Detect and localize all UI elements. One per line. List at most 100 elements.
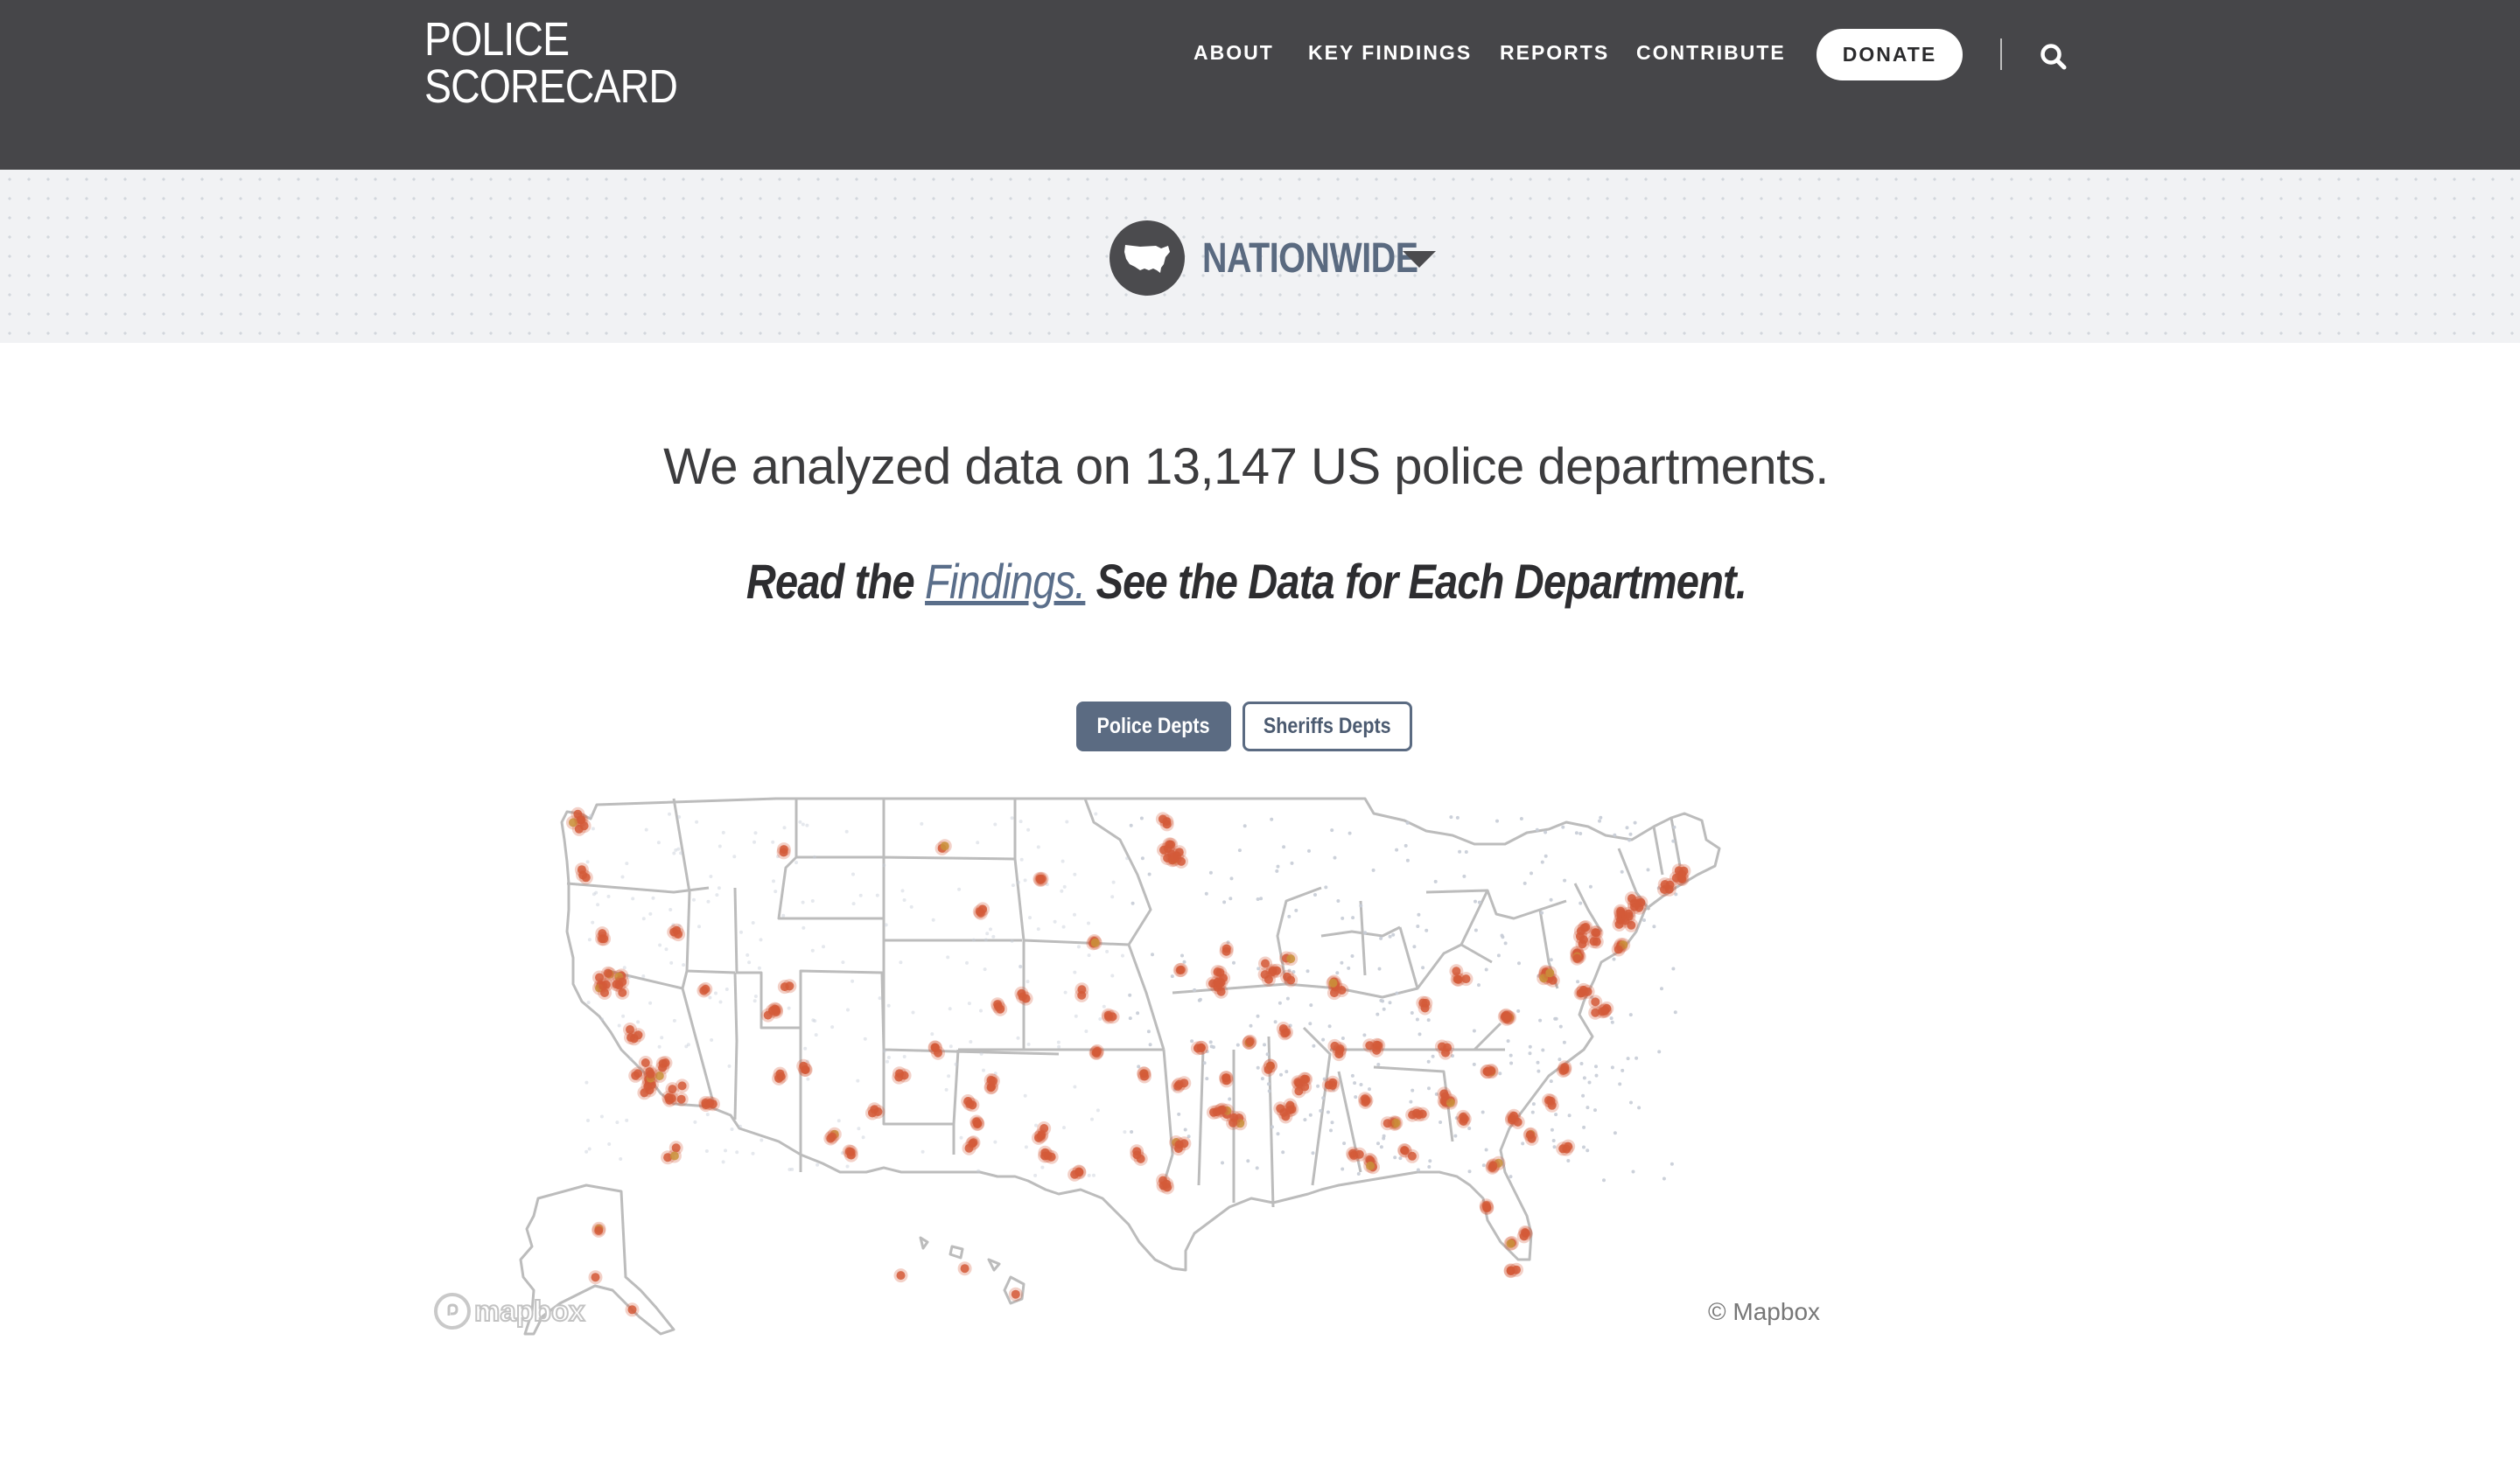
department-marker[interactable] <box>1614 945 1623 954</box>
department-marker[interactable] <box>1091 1048 1101 1058</box>
department-marker[interactable] <box>578 870 588 880</box>
us-department-map[interactable] <box>411 787 1838 1347</box>
department-marker[interactable] <box>674 930 683 939</box>
department-marker[interactable] <box>598 934 607 944</box>
department-marker[interactable] <box>1286 954 1296 964</box>
department-marker[interactable] <box>1040 1148 1050 1157</box>
department-marker[interactable] <box>1260 970 1270 980</box>
department-marker[interactable] <box>1508 1113 1517 1123</box>
department-marker[interactable] <box>1483 1067 1492 1077</box>
department-marker[interactable] <box>1174 1079 1184 1089</box>
department-marker[interactable] <box>1327 1080 1337 1090</box>
department-marker[interactable] <box>1578 988 1587 997</box>
department-marker[interactable] <box>1481 1201 1491 1211</box>
department-marker[interactable] <box>1286 975 1296 985</box>
department-marker[interactable] <box>1589 937 1599 946</box>
department-marker[interactable] <box>964 1143 974 1153</box>
department-marker[interactable] <box>1018 992 1027 1002</box>
department-marker[interactable] <box>940 841 949 851</box>
department-marker[interactable] <box>1334 1050 1344 1059</box>
department-marker[interactable] <box>701 1100 710 1110</box>
department-marker[interactable] <box>1506 1266 1516 1275</box>
department-marker[interactable] <box>591 1273 600 1282</box>
map-canvas[interactable] <box>411 787 1838 1347</box>
department-marker[interactable] <box>1074 1167 1084 1176</box>
department-marker[interactable] <box>1165 840 1174 849</box>
department-marker[interactable] <box>1266 1061 1275 1071</box>
department-marker[interactable] <box>828 1132 836 1141</box>
department-marker[interactable] <box>785 981 794 991</box>
department-marker[interactable] <box>1421 998 1431 1008</box>
department-marker[interactable] <box>1660 880 1670 890</box>
department-marker[interactable] <box>996 1004 1005 1014</box>
department-marker[interactable] <box>1180 1139 1189 1148</box>
department-marker[interactable] <box>844 1147 854 1156</box>
department-marker[interactable] <box>1328 978 1338 988</box>
department-marker[interactable] <box>667 1093 676 1103</box>
department-marker[interactable] <box>972 1117 982 1127</box>
department-marker[interactable] <box>626 1025 634 1034</box>
department-marker[interactable] <box>1213 967 1222 977</box>
department-marker[interactable] <box>988 1076 998 1086</box>
department-marker[interactable] <box>1175 966 1185 975</box>
department-marker[interactable] <box>1382 1119 1392 1128</box>
department-marker[interactable] <box>595 973 604 982</box>
department-marker[interactable] <box>1139 1069 1149 1079</box>
department-marker[interactable] <box>799 1061 808 1071</box>
department-marker[interactable] <box>960 1264 970 1274</box>
department-marker[interactable] <box>600 988 609 997</box>
department-marker[interactable] <box>767 1006 777 1016</box>
department-marker[interactable] <box>1301 1074 1311 1084</box>
department-marker[interactable] <box>1506 1239 1516 1248</box>
department-marker[interactable] <box>1362 1096 1371 1106</box>
nav-about[interactable]: ABOUT <box>1194 41 1274 65</box>
department-marker[interactable] <box>1037 1130 1046 1140</box>
mapbox-logo[interactable]: mapbox <box>434 1293 586 1330</box>
department-marker[interactable] <box>1564 1141 1573 1151</box>
department-marker[interactable] <box>1280 1029 1290 1038</box>
department-marker[interactable] <box>1136 1154 1145 1163</box>
department-marker[interactable] <box>677 1081 687 1091</box>
nav-reports[interactable]: REPORTS <box>1500 41 1609 65</box>
department-marker[interactable] <box>775 1069 785 1079</box>
department-marker[interactable] <box>1294 1086 1304 1096</box>
department-marker[interactable] <box>1629 898 1639 908</box>
department-marker[interactable] <box>634 1069 643 1079</box>
department-marker[interactable] <box>1547 1100 1557 1110</box>
department-marker[interactable] <box>1591 1008 1600 1017</box>
department-marker[interactable] <box>868 1108 877 1118</box>
department-marker[interactable] <box>1558 1066 1568 1075</box>
department-marker[interactable] <box>976 908 985 918</box>
department-marker[interactable] <box>1572 953 1582 963</box>
department-marker[interactable] <box>699 986 709 995</box>
department-marker[interactable] <box>1174 848 1184 857</box>
department-marker[interactable] <box>1036 876 1046 884</box>
department-marker[interactable] <box>934 1048 942 1058</box>
department-marker[interactable] <box>1461 974 1471 984</box>
department-marker[interactable] <box>1245 1037 1255 1046</box>
department-marker[interactable] <box>1196 1043 1206 1052</box>
department-marker[interactable] <box>1545 968 1555 978</box>
department-marker[interactable] <box>1579 923 1589 932</box>
department-marker[interactable] <box>1222 946 1231 956</box>
department-marker[interactable] <box>1400 1146 1409 1155</box>
chevron-down-icon[interactable] <box>1403 251 1436 268</box>
department-marker[interactable] <box>1414 1110 1424 1120</box>
map-attribution[interactable]: © Mapbox <box>1708 1298 1820 1326</box>
department-marker[interactable] <box>1162 1179 1172 1189</box>
department-marker[interactable] <box>669 1151 679 1161</box>
department-marker[interactable] <box>1158 814 1167 824</box>
search-icon[interactable] <box>2039 42 2068 72</box>
department-markers[interactable] <box>566 806 1691 1317</box>
department-marker[interactable] <box>1090 938 1100 947</box>
nav-contribute[interactable]: CONTRIBUTE <box>1636 41 1786 65</box>
department-marker[interactable] <box>1285 1100 1295 1110</box>
department-marker[interactable] <box>1679 866 1689 876</box>
department-marker[interactable] <box>1372 1045 1382 1055</box>
department-marker[interactable] <box>1591 997 1600 1007</box>
site-logo[interactable]: POLICE SCORECARD <box>424 16 678 110</box>
department-marker[interactable] <box>1488 1161 1498 1170</box>
police-depts-toggle[interactable]: Police Depts <box>1076 702 1231 751</box>
department-marker[interactable] <box>896 1271 906 1281</box>
department-marker[interactable] <box>577 815 586 825</box>
